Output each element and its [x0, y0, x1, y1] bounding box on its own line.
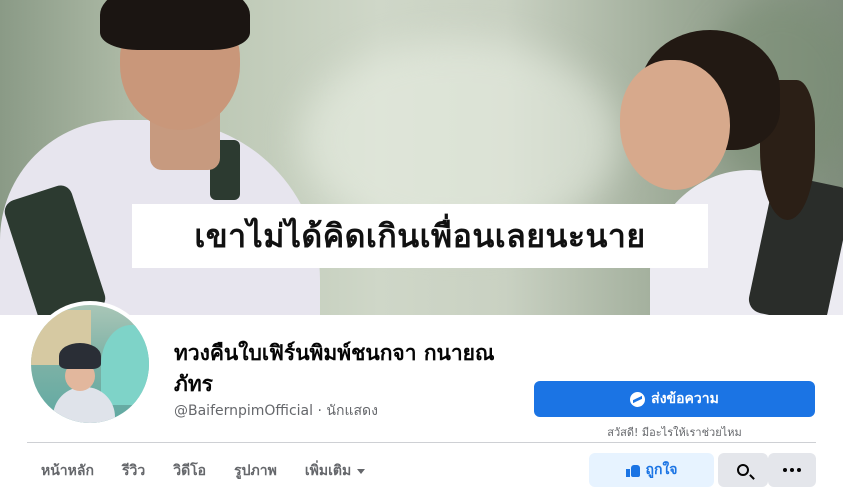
cover-caption-text: เขาไม่ได้คิดเกินเพื่อนเลยนะนาย	[194, 216, 646, 255]
tab-videos[interactable]: วิดีโอ	[159, 452, 220, 490]
cover-boy-hair	[100, 0, 250, 50]
tab-videos-label: วิดีโอ	[173, 463, 207, 479]
header-divider	[27, 442, 816, 443]
search-icon	[737, 464, 749, 476]
page-title: ทวงคืนใบเฟิร์นพิมพ์ชนกจา กนายณภัทร	[174, 341, 495, 396]
thumbs-up-icon	[625, 463, 640, 477]
search-button[interactable]	[718, 453, 768, 487]
send-message-label: ส่งข้อความ	[651, 391, 719, 407]
tab-photos-label: รูปภาพ	[234, 463, 277, 479]
cover-caption-box: เขาไม่ได้คิดเกินเพื่อนเลยนะนาย	[132, 204, 708, 268]
tab-reviews[interactable]: รีวิว	[108, 452, 159, 490]
page-category[interactable]: นักแสดง	[326, 403, 378, 419]
tab-home[interactable]: หน้าหลัก	[27, 452, 108, 490]
tab-more-label: เพิ่มเติม	[304, 463, 352, 479]
avatar[interactable]	[31, 305, 149, 423]
more-options-button[interactable]	[768, 453, 816, 487]
subtitle-separator: ·	[317, 403, 322, 419]
send-message-button[interactable]: ส่งข้อความ	[534, 381, 815, 417]
tab-photos[interactable]: รูปภาพ	[220, 452, 291, 490]
messenger-icon	[630, 391, 646, 407]
page-tabs: หน้าหลัก รีวิว วิดีโอ รูปภาพ เพิ่มเติม	[27, 452, 379, 490]
avatar-bird-statue	[101, 325, 149, 405]
page-subtitle: @BaifernpimOfficial · นักแสดง	[174, 400, 378, 422]
tab-home-label: หน้าหลัก	[41, 463, 94, 479]
like-label: ถูกใจ	[645, 462, 678, 478]
tab-more[interactable]: เพิ่มเติม	[291, 452, 379, 490]
caret-down-icon	[357, 468, 366, 474]
tab-reviews-label: รีวิว	[121, 463, 146, 479]
like-button[interactable]: ถูกใจ	[589, 453, 714, 487]
avatar-person-hat	[59, 343, 101, 369]
cover-photo[interactable]: เขาไม่ได้คิดเกินเพื่อนเลยนะนาย	[0, 0, 843, 315]
messenger-greeting: สวัสดี! มีอะไรให้เราช่วยไหม	[607, 426, 742, 439]
cover-girl-head	[620, 60, 730, 190]
page-handle: @BaifernpimOfficial	[174, 403, 314, 419]
more-dots-icon	[783, 468, 801, 472]
